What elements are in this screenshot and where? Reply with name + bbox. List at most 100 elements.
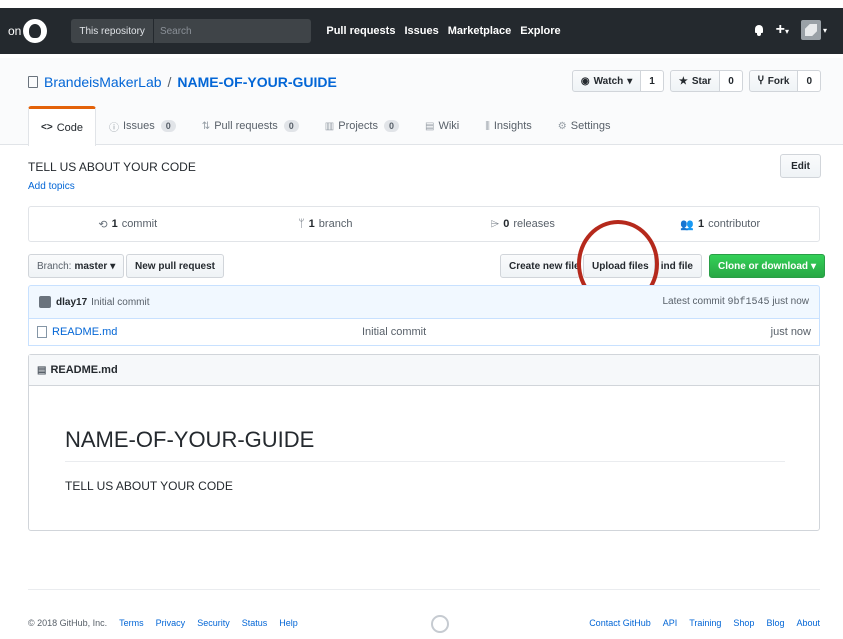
contributors-link[interactable]: 👥 1 contributor	[622, 207, 820, 241]
repo-book-icon	[28, 76, 38, 88]
footer-link-help[interactable]: Help	[279, 618, 298, 628]
add-topics-link[interactable]: Add topics	[28, 181, 75, 192]
tab-projects[interactable]: ▥ Projects 0	[312, 106, 412, 145]
footer-link-shop[interactable]: Shop	[733, 618, 754, 628]
github-logo-icon[interactable]	[23, 19, 48, 43]
fork-count[interactable]: 0	[798, 70, 821, 92]
tab-settings[interactable]: ⚙ Settings	[545, 106, 624, 145]
footer-link-security[interactable]: Security	[197, 618, 230, 628]
commit-sha-link[interactable]: 9bf1545	[728, 297, 770, 308]
footer-link-contact[interactable]: Contact GitHub	[589, 618, 651, 628]
repo-name-link[interactable]: NAME-OF-YOUR-GUIDE	[177, 74, 336, 90]
commit-author-link[interactable]: dlay17	[56, 297, 87, 308]
commit-message-link[interactable]: Initial commit	[91, 297, 149, 308]
file-name-link[interactable]: README.md	[52, 326, 362, 338]
nav-issues[interactable]: Issues	[404, 25, 438, 37]
readme-divider	[65, 461, 785, 462]
repo-owner-link[interactable]: BrandeisMakerLab	[44, 74, 162, 90]
footer-link-privacy[interactable]: Privacy	[156, 618, 186, 628]
eye-icon: ◉	[580, 75, 590, 87]
tab-pull-requests[interactable]: ⇅ Pull requests 0	[189, 106, 312, 145]
tab-label: Projects	[338, 120, 378, 132]
footer-link-blog[interactable]: Blog	[766, 618, 784, 628]
watch-group: ◉ Watch ▾ 1	[571, 70, 664, 92]
notifications-bell-icon[interactable]	[754, 24, 764, 36]
repo-tabs: <> Code ⓘ Issues 0 ⇅ Pull requests 0 ▥ Project…	[28, 106, 624, 146]
caret-down-icon: ▾	[110, 260, 116, 272]
repo-actions: ◉ Watch ▾ 1 ★ Star 0 Ⴤ Fork 0	[571, 70, 821, 92]
watch-button[interactable]: ◉ Watch ▾	[571, 70, 642, 92]
repo-path-separator: /	[167, 74, 172, 90]
nav-pull-requests[interactable]: Pull requests	[326, 25, 395, 37]
people-icon: 👥	[680, 218, 695, 231]
nav-right-icons: +▾ ▾	[754, 20, 827, 40]
star-count[interactable]: 0	[720, 70, 743, 92]
watch-count[interactable]: 1	[641, 70, 664, 92]
branches-label: branch	[318, 218, 353, 230]
tab-insights[interactable]: ⫼ Insights	[472, 106, 545, 145]
file-commit-message-link[interactable]: Initial commit	[362, 326, 426, 338]
readme-header: ▤ README.md	[29, 355, 819, 386]
github-mark-icon[interactable]	[431, 615, 449, 633]
issue-icon: ⓘ	[108, 122, 119, 134]
star-icon: ★	[678, 75, 688, 87]
tab-wiki[interactable]: ▤ Wiki	[412, 106, 472, 145]
readme-paragraph: TELL US ABOUT YOUR CODE	[65, 479, 233, 493]
tab-issues[interactable]: ⓘ Issues 0	[96, 106, 189, 145]
nav-marketplace[interactable]: Marketplace	[448, 25, 512, 37]
readme-panel: ▤ README.md NAME-OF-YOUR-GUIDE TELL US A…	[28, 354, 820, 531]
footer-divider	[28, 589, 820, 590]
contributors-count: 1	[698, 218, 705, 230]
search-input[interactable]	[153, 25, 304, 37]
plus-icon: +	[775, 21, 785, 38]
footer: © 2018 GitHub, Inc. Terms Privacy Securi…	[28, 618, 820, 628]
avatar	[800, 20, 821, 40]
clone-or-download-button[interactable]: Clone or download ▾	[709, 254, 826, 278]
commit-age: just now	[772, 296, 809, 307]
commits-link[interactable]: ⟲ 1 commit	[29, 207, 227, 241]
graph-icon: ⫼	[485, 120, 490, 132]
footer-link-about[interactable]: About	[796, 618, 820, 628]
branch-icon: ᛘ	[298, 218, 305, 230]
tab-label: Code	[56, 121, 83, 134]
code-icon: <>	[41, 122, 53, 133]
create-new-file-button[interactable]: Create new file	[500, 254, 580, 278]
nav-explore[interactable]: Explore	[520, 25, 560, 37]
file-icon	[37, 326, 47, 338]
repo-description: TELL US ABOUT YOUR CODE	[28, 160, 196, 174]
create-new-menu[interactable]: +▾	[776, 22, 789, 38]
caret-down-icon: ▾	[811, 260, 817, 272]
readme-heading: NAME-OF-YOUR-GUIDE	[65, 427, 315, 452]
search-box[interactable]: This repository	[71, 19, 312, 43]
fork-icon: Ⴤ	[757, 75, 764, 87]
tab-label: Pull requests	[214, 120, 278, 132]
branch-select-button[interactable]: Branch: master ▾	[28, 254, 125, 278]
cut-off-text: on	[8, 24, 22, 38]
edit-description-button[interactable]: Edit	[780, 154, 821, 178]
fork-group: Ⴤ Fork 0	[748, 70, 821, 92]
branches-link[interactable]: ᛘ 1 branch	[227, 207, 425, 241]
contributors-label: contributor	[708, 218, 761, 230]
star-button[interactable]: ★ Star	[669, 70, 721, 92]
upload-files-button[interactable]: Upload files	[583, 254, 658, 278]
latest-commit-info: Latest commit 9bf1545 just now	[662, 296, 809, 308]
footer-link-status[interactable]: Status	[242, 618, 268, 628]
history-icon: ⟲	[98, 218, 108, 231]
copyright: © 2018 GitHub, Inc.	[28, 618, 108, 628]
watch-label: Watch	[593, 75, 624, 87]
fork-button[interactable]: Ⴤ Fork	[748, 70, 799, 92]
find-file-button[interactable]: ind file	[654, 254, 702, 278]
footer-link-training[interactable]: Training	[689, 618, 721, 628]
tab-counter: 0	[384, 120, 400, 132]
tab-label: Wiki	[438, 120, 460, 132]
latest-commit-bar: dlay17 Initial commit Latest commit 9bf1…	[28, 285, 820, 319]
tab-code[interactable]: <> Code	[28, 106, 96, 146]
search-scope-label[interactable]: This repository	[71, 19, 154, 43]
footer-link-terms[interactable]: Terms	[119, 618, 144, 628]
table-row: README.md Initial commit just now	[28, 319, 820, 346]
new-pull-request-button[interactable]: New pull request	[126, 254, 225, 278]
footer-link-api[interactable]: API	[663, 618, 678, 628]
user-menu[interactable]: ▾	[800, 20, 827, 40]
avatar	[39, 296, 51, 308]
releases-link[interactable]: ⌲ 0 releases	[424, 207, 622, 241]
